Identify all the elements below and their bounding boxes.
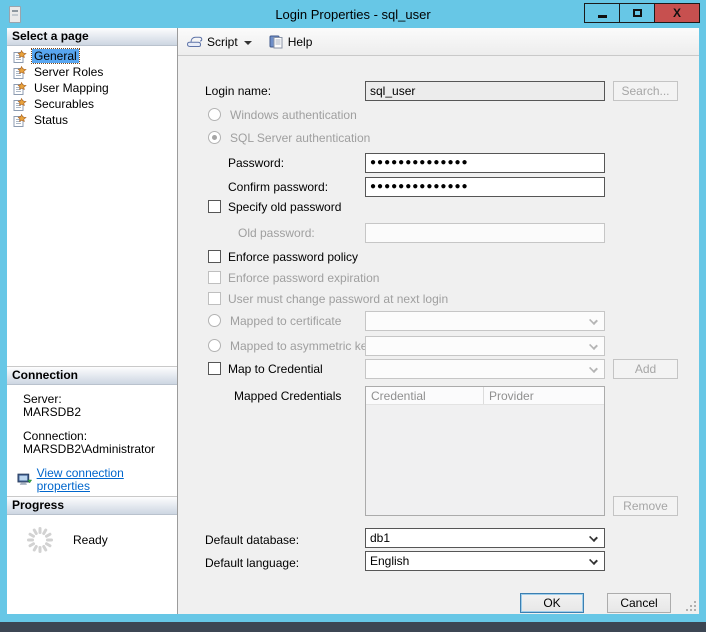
- password-label: Password:: [228, 156, 284, 170]
- sql-auth-radio[interactable]: [208, 131, 221, 144]
- enforce-policy-label: Enforce password policy: [228, 250, 358, 264]
- default-language-combo[interactable]: English: [365, 551, 605, 571]
- chevron-down-icon: [589, 533, 598, 542]
- titlebar: Login Properties - sql_user X: [0, 0, 706, 28]
- connection-properties-icon: [17, 473, 33, 487]
- help-label: Help: [288, 35, 313, 49]
- login-name-label: Login name:: [205, 84, 271, 98]
- windows-auth-label: Windows authentication: [230, 108, 357, 122]
- old-password-input[interactable]: [365, 223, 605, 243]
- add-button[interactable]: Add: [613, 359, 678, 379]
- mapped-asym-key-radio[interactable]: [208, 339, 221, 352]
- mapped-asym-key-label: Mapped to asymmetric key: [230, 339, 373, 353]
- default-language-value: English: [370, 554, 409, 568]
- help-button[interactable]: Help: [268, 34, 317, 49]
- chevron-down-icon: [589, 316, 598, 325]
- server-value: MARSDB2: [23, 406, 177, 419]
- sidebar-item-general[interactable]: General: [7, 48, 177, 64]
- specify-old-password-label: Specify old password: [228, 200, 341, 214]
- login-properties-window: Login Properties - sql_user X Select a p…: [0, 0, 706, 627]
- sql-auth-label: SQL Server authentication: [230, 131, 370, 145]
- resize-grip[interactable]: [684, 599, 696, 611]
- help-icon: [268, 34, 284, 49]
- script-button[interactable]: Script: [186, 35, 258, 49]
- close-icon: X: [673, 6, 681, 20]
- map-credential-checkbox[interactable]: [208, 362, 221, 375]
- sidebar-item-label: Server Roles: [32, 65, 105, 79]
- default-database-combo[interactable]: db1: [365, 528, 605, 548]
- map-credential-combo[interactable]: [365, 359, 605, 379]
- chevron-down-icon: [589, 556, 598, 565]
- confirm-password-input[interactable]: ●●●●●●●●●●●●●●: [365, 177, 605, 197]
- old-password-label: Old password:: [238, 226, 315, 240]
- mapped-credentials-label: Mapped Credentials: [234, 389, 341, 403]
- script-icon: [186, 35, 203, 49]
- mapped-certificate-combo[interactable]: [365, 311, 605, 331]
- mapped-certificate-radio[interactable]: [208, 314, 221, 327]
- sidebar-item-label: Status: [32, 113, 70, 127]
- progress-spinner-icon: [25, 525, 55, 555]
- sidebar-item-securables[interactable]: Securables: [7, 96, 177, 112]
- connection-value: MARSDB2\Administrator: [23, 443, 177, 456]
- default-language-label: Default language:: [205, 556, 299, 570]
- progress-header: Progress: [7, 497, 177, 515]
- page-icon: [13, 82, 27, 95]
- maximize-button[interactable]: [619, 3, 655, 23]
- script-label: Script: [207, 35, 238, 49]
- mapped-asym-key-combo[interactable]: [365, 336, 605, 356]
- must-change-checkbox[interactable]: [208, 292, 221, 305]
- windows-auth-radio[interactable]: [208, 108, 221, 121]
- sidebar-item-label: Securables: [32, 97, 96, 111]
- view-connection-properties-link[interactable]: View connection properties: [37, 467, 177, 493]
- minimize-icon: [598, 15, 607, 18]
- sidebar-item-status[interactable]: Status: [7, 112, 177, 128]
- sidebar: Select a page General Server Roles User …: [7, 28, 178, 614]
- sidebar-item-label: General: [32, 49, 79, 63]
- main-panel: Script Help Login name: sql_user Search.…: [178, 28, 699, 614]
- page-icon: [13, 66, 27, 79]
- chevron-down-icon: [589, 341, 598, 350]
- login-name-input[interactable]: sql_user: [365, 81, 605, 101]
- enforce-expiration-label: Enforce password expiration: [228, 271, 379, 285]
- mapped-certificate-label: Mapped to certificate: [230, 314, 341, 328]
- page-icon: [13, 114, 27, 127]
- page-icon: [13, 50, 27, 63]
- toolbar: Script Help: [178, 28, 699, 56]
- close-button[interactable]: X: [654, 3, 700, 23]
- specify-old-password-checkbox[interactable]: [208, 200, 221, 213]
- credential-column-header[interactable]: Credential: [366, 387, 484, 404]
- map-credential-label: Map to Credential: [228, 362, 323, 376]
- cancel-button[interactable]: Cancel: [607, 593, 671, 613]
- search-button[interactable]: Search...: [613, 81, 678, 101]
- sidebar-item-server-roles[interactable]: Server Roles: [7, 64, 177, 80]
- sidebar-item-user-mapping[interactable]: User Mapping: [7, 80, 177, 96]
- progress-status: Ready: [73, 533, 108, 547]
- desktop-edge: [0, 622, 706, 627]
- provider-column-header[interactable]: Provider: [484, 387, 604, 404]
- mapped-credentials-table[interactable]: Credential Provider: [365, 386, 605, 516]
- chevron-down-icon: [589, 364, 598, 373]
- connection-header: Connection: [7, 367, 177, 385]
- maximize-icon: [633, 9, 642, 17]
- minimize-button[interactable]: [584, 3, 620, 23]
- default-database-value: db1: [370, 531, 390, 545]
- remove-button[interactable]: Remove: [613, 496, 678, 516]
- confirm-password-label: Confirm password:: [228, 180, 328, 194]
- select-a-page-header: Select a page: [7, 28, 177, 46]
- enforce-expiration-checkbox[interactable]: [208, 271, 221, 284]
- script-dropdown-icon[interactable]: [244, 41, 252, 45]
- enforce-policy-checkbox[interactable]: [208, 250, 221, 263]
- default-database-label: Default database:: [205, 533, 299, 547]
- must-change-label: User must change password at next login: [228, 292, 448, 306]
- page-icon: [13, 98, 27, 111]
- sidebar-item-label: User Mapping: [32, 81, 111, 95]
- ok-button[interactable]: OK: [520, 593, 584, 613]
- password-input[interactable]: ●●●●●●●●●●●●●●: [365, 153, 605, 173]
